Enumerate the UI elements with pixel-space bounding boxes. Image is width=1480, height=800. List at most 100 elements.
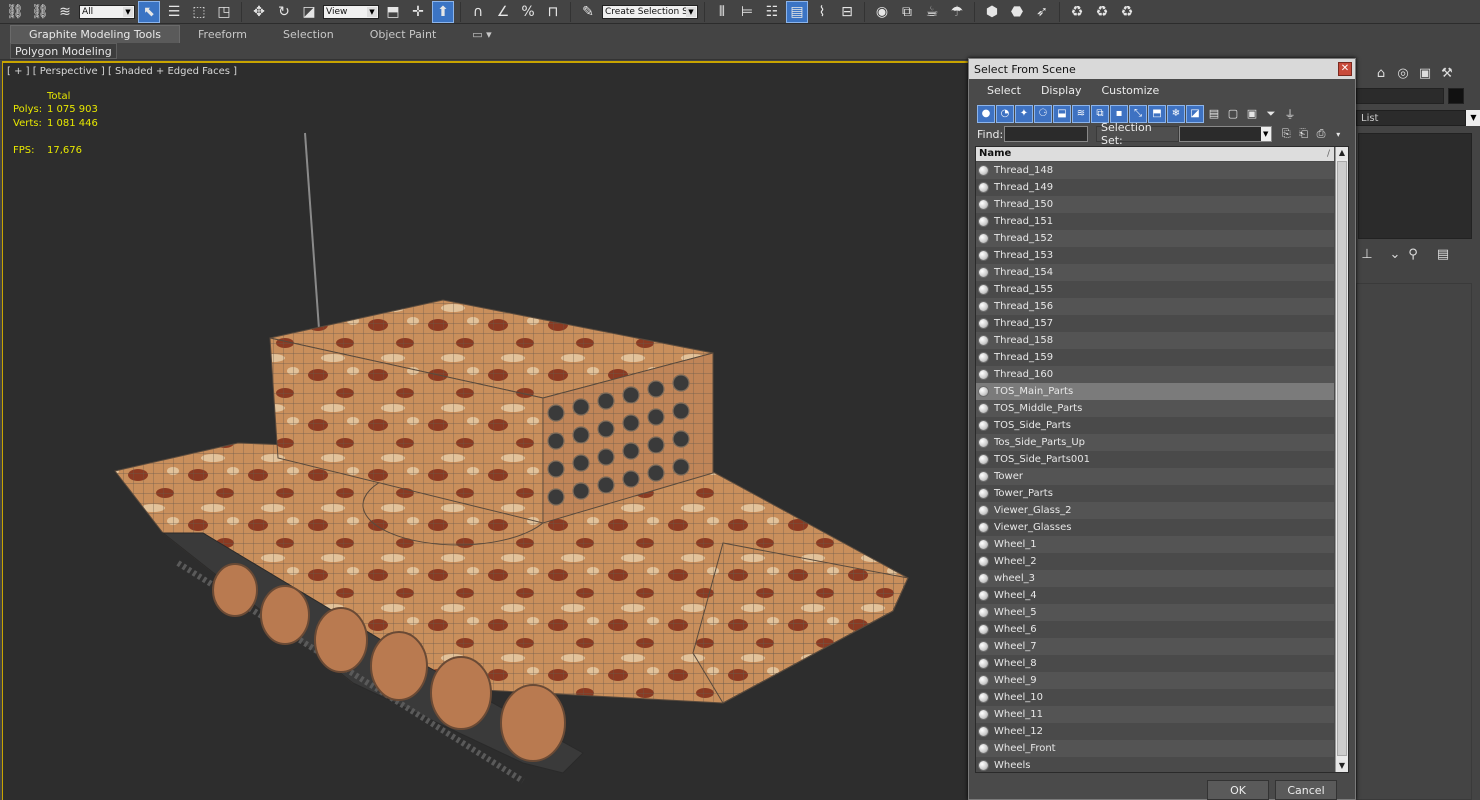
utilities-tab-icon[interactable]: ⚒ [1438, 64, 1456, 82]
display-bones-icon[interactable]: ⤡ [1129, 104, 1147, 123]
tab-object-paint[interactable]: Object Paint [352, 25, 455, 43]
selection-set-dropdown[interactable]: ▼ [1179, 126, 1272, 142]
filter-icon[interactable]: ⏷ [1262, 105, 1280, 123]
scroll-up-icon[interactable]: ▲ [1336, 147, 1348, 159]
list-item[interactable]: Tower_Parts [976, 485, 1334, 502]
tab-graphite-modeling-tools[interactable]: Graphite Modeling Tools [10, 25, 181, 43]
script-c-icon[interactable]: ♻ [1116, 1, 1138, 23]
display-groups-icon[interactable]: ⧉ [1091, 104, 1109, 123]
close-icon[interactable]: ✕ [1338, 62, 1352, 76]
make-unique-icon[interactable]: ⚲ [1404, 245, 1422, 263]
list-item[interactable]: Wheel_1 [976, 536, 1334, 553]
ribbon-options-icon[interactable]: ▭ ▾ [454, 25, 509, 43]
object-color-swatch[interactable] [1448, 88, 1464, 104]
list-item[interactable]: Thread_159 [976, 349, 1334, 366]
list-item[interactable]: Thread_155 [976, 281, 1334, 298]
dialog-title-bar[interactable]: Select From Scene ✕ [969, 59, 1355, 79]
list-item[interactable]: Wheel_2 [976, 553, 1334, 570]
show-end-result-icon[interactable]: ⌄ [1386, 245, 1404, 263]
light-lister-icon[interactable]: ➶ [1031, 1, 1053, 23]
list-scrollbar[interactable]: ▲ ▼ [1335, 147, 1348, 772]
display-spacewarps-icon[interactable]: ≋ [1072, 104, 1090, 123]
select-object-icon[interactable]: ⬉ [138, 0, 160, 23]
list-item[interactable]: Wheel_Front [976, 740, 1334, 757]
remove-selection-set-icon[interactable]: ⎗ [1295, 125, 1312, 143]
menu-customize[interactable]: Customize [1091, 81, 1169, 99]
tab-selection[interactable]: Selection [265, 25, 352, 43]
window-crossing-icon[interactable]: ◳ [213, 1, 235, 23]
particle-view-icon[interactable]: ⬣ [1006, 1, 1028, 23]
list-item[interactable]: Viewer_Glasses [976, 519, 1334, 536]
create-selection-set-icon[interactable]: ⎘ [1278, 125, 1295, 143]
list-item[interactable]: Wheel_11 [976, 706, 1334, 723]
select-by-name-icon[interactable]: ☰ [163, 1, 185, 23]
snaps-toggle-icon[interactable]: ∩ [467, 1, 489, 23]
list-item[interactable]: Thread_149 [976, 179, 1334, 196]
schematic-view-icon[interactable]: ⊟ [836, 1, 858, 23]
list-item[interactable]: TOS_Middle_Parts [976, 400, 1334, 417]
list-item[interactable]: Thread_151 [976, 213, 1334, 230]
display-all-icon[interactable]: ▤ [1205, 105, 1223, 123]
display-shapes-icon[interactable]: ◔ [996, 104, 1014, 123]
tab-freeform[interactable]: Freeform [180, 25, 265, 43]
menu-select[interactable]: Select [977, 81, 1031, 99]
more-options-icon[interactable]: ▾ [1330, 125, 1347, 143]
cancel-button[interactable]: Cancel [1275, 780, 1337, 800]
list-item[interactable]: Thread_157 [976, 315, 1334, 332]
list-item[interactable]: TOS_Main_Parts [976, 383, 1334, 400]
render-production-icon[interactable]: ☂ [946, 1, 968, 23]
modifier-list-dropdown[interactable]: List ▼ [1356, 110, 1480, 126]
display-containers-icon[interactable]: ⬒ [1148, 104, 1166, 123]
named-selection-dropdown[interactable]: Create Selection Se ▼ [602, 4, 698, 19]
list-item[interactable]: Thread_158 [976, 332, 1334, 349]
mirror-icon[interactable]: ⫴ [711, 1, 733, 23]
bind-to-spacewarp-icon[interactable]: ≋ [54, 1, 76, 23]
list-item[interactable]: Thread_156 [976, 298, 1334, 315]
scroll-thumb[interactable] [1337, 161, 1347, 756]
selection-filter-dropdown[interactable]: All ▼ [79, 4, 135, 19]
rotate-icon[interactable]: ↻ [273, 1, 295, 23]
display-tab-icon[interactable]: ▣ [1416, 64, 1434, 82]
display-helpers-icon[interactable]: ⬓ [1053, 104, 1071, 123]
list-item[interactable]: Wheel_8 [976, 655, 1334, 672]
list-item[interactable]: wheel_3 [976, 570, 1334, 587]
list-item[interactable]: Tower [976, 468, 1334, 485]
list-item[interactable]: Wheel_7 [976, 638, 1334, 655]
material-editor-icon[interactable]: ◉ [871, 1, 893, 23]
list-item[interactable]: Thread_152 [976, 230, 1334, 247]
perspective-viewport[interactable]: [ + ] [ Perspective ] [ Shaded + Edged F… [2, 61, 968, 800]
invert-display-icon[interactable]: ▣ [1243, 105, 1261, 123]
hierarchy-tab-icon[interactable]: ⌂ [1372, 64, 1390, 82]
scale-icon[interactable]: ◪ [298, 1, 320, 23]
pivot-center-icon[interactable]: ⬒ [382, 1, 404, 23]
script-b-icon[interactable]: ♻ [1091, 1, 1113, 23]
list-item[interactable]: Wheel_9 [976, 672, 1334, 689]
unlink-icon[interactable]: ⛓ [29, 1, 51, 23]
display-hidden-icon[interactable]: ◪ [1186, 104, 1204, 123]
rendered-frame-window-icon[interactable]: ☕ [921, 1, 943, 23]
configure-modifier-sets-icon[interactable]: ▤ [1434, 245, 1452, 263]
list-item[interactable]: TOS_Side_Parts [976, 417, 1334, 434]
ok-button[interactable]: OK [1207, 780, 1269, 800]
list-item[interactable]: Wheel_6 [976, 621, 1334, 638]
list-item[interactable]: Wheel_4 [976, 587, 1334, 604]
container-icon[interactable]: ⬢ [981, 1, 1003, 23]
menu-display[interactable]: Display [1031, 81, 1092, 99]
spinner-snap-icon[interactable]: ⊓ [542, 1, 564, 23]
reference-coord-dropdown[interactable]: View ▼ [323, 4, 379, 19]
percent-snap-icon[interactable]: % [517, 1, 539, 23]
keyboard-shortcut-override-icon[interactable]: ⬆ [432, 0, 454, 23]
modifier-stack[interactable] [1358, 133, 1472, 239]
edit-selection-set-icon[interactable]: ⎙ [1312, 125, 1329, 143]
list-item[interactable]: Thread_150 [976, 196, 1334, 213]
display-geometry-icon[interactable]: ● [977, 104, 995, 123]
list-item[interactable]: Thread_154 [976, 264, 1334, 281]
angle-snap-icon[interactable]: ∠ [492, 1, 514, 23]
scroll-down-icon[interactable]: ▼ [1336, 760, 1348, 772]
rectangular-selection-icon[interactable]: ⬚ [188, 1, 210, 23]
manipulate-icon[interactable]: ✛ [407, 1, 429, 23]
name-column-header[interactable]: Name / [976, 147, 1334, 161]
list-item[interactable]: Wheel_5 [976, 604, 1334, 621]
find-input[interactable] [1003, 126, 1088, 142]
align-icon[interactable]: ⊨ [736, 1, 758, 23]
